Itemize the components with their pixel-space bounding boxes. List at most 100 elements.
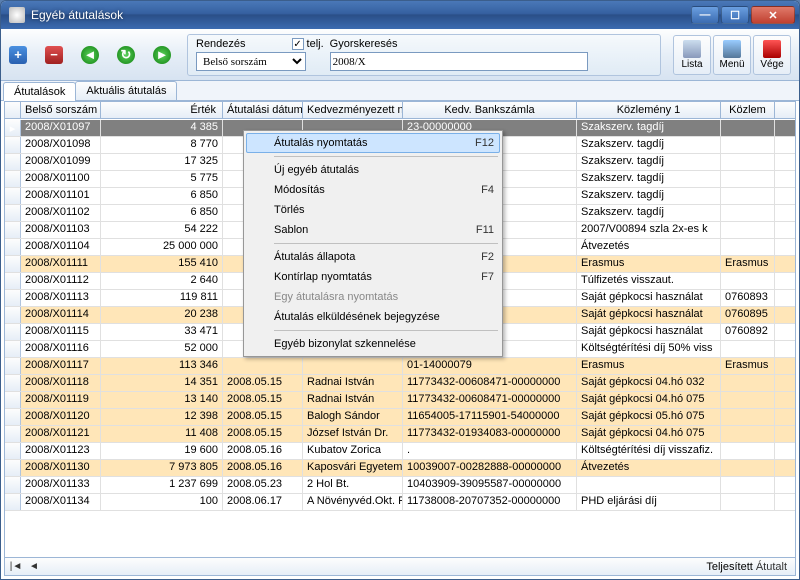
cell	[721, 341, 775, 357]
cell: 2008.05.15	[223, 409, 303, 425]
col-kedv-nev[interactable]: Kedvezményezett neve	[303, 102, 403, 118]
menu-item[interactable]: Új egyéb átutalás	[246, 160, 500, 180]
table-row[interactable]: 2008/X0111814 3512008.05.15Radnai István…	[5, 375, 795, 392]
grid-header: Belső sorszám Érték Átutalási dátum Kedv…	[5, 102, 795, 119]
cell: Erasmus	[721, 256, 775, 272]
cell: 10403909-39095587-00000000	[403, 477, 577, 493]
col-ertek[interactable]: Érték	[101, 102, 223, 118]
col-kozl2[interactable]: Közlem	[721, 102, 775, 118]
table-row[interactable]: 2008/X011341002008.06.17A Növényvéd.Okt.…	[5, 494, 795, 511]
cell	[721, 494, 775, 510]
menu-item[interactable]: Átutalás állapotaF2	[246, 247, 500, 267]
cell: 2008/X01123	[21, 443, 101, 459]
vege-button[interactable]: Vége	[753, 35, 791, 75]
telj-checkbox[interactable]: ✓	[292, 38, 304, 50]
cell	[721, 477, 775, 493]
col-kozl1[interactable]: Közlemény 1	[577, 102, 721, 118]
cell	[721, 120, 775, 136]
cell	[721, 392, 775, 408]
table-row[interactable]: 2008/X0112111 4082008.05.15József István…	[5, 426, 795, 443]
cell: 2008/X01121	[21, 426, 101, 442]
cell: 11773432-01934083-00000000	[403, 426, 577, 442]
table-row[interactable]: 2008/X011331 237 6992008.05.232 Hol Bt.1…	[5, 477, 795, 494]
minimize-button[interactable]: —	[691, 6, 719, 24]
cell: .	[403, 443, 577, 459]
tab-aktualis[interactable]: Aktuális átutalás	[75, 81, 177, 100]
cell	[721, 443, 775, 459]
cell: 6 850	[101, 205, 223, 221]
cell: 2008/X01130	[21, 460, 101, 476]
cell: Kubatov Zorica	[303, 443, 403, 459]
table-row[interactable]: 2008/X01117113 34601-14000079ErasmusEras…	[5, 358, 795, 375]
quicksearch-input[interactable]	[330, 52, 588, 71]
lista-button[interactable]: Lista	[673, 35, 711, 75]
filter-panel: Rendezés ✓ telj. Belső sorszám Gyorskere…	[187, 34, 661, 76]
cell: 2008.05.23	[223, 477, 303, 493]
cell: 119 811	[101, 290, 223, 306]
table-row[interactable]: 2008/X011307 973 8052008.05.16Kaposvári …	[5, 460, 795, 477]
menu-item[interactable]: Átutalás elküldésének bejegyzése	[246, 307, 500, 327]
menu-item[interactable]: Törlés	[246, 200, 500, 220]
cell: 6 850	[101, 188, 223, 204]
cell: Szakszerv. tagdíj	[577, 154, 721, 170]
menu-icon	[723, 40, 741, 58]
remove-icon[interactable]: −	[45, 46, 63, 64]
cell: 11738008-20707352-00000000	[403, 494, 577, 510]
cell: 2008/X01098	[21, 137, 101, 153]
window-title: Egyéb átutalások	[31, 8, 691, 22]
menu-button[interactable]: Menü	[713, 35, 751, 75]
cell: 2008/X01115	[21, 324, 101, 340]
cell: 2008.05.15	[223, 375, 303, 391]
cell: 2008/X01134	[21, 494, 101, 510]
cell: 01-14000079	[403, 358, 577, 374]
table-row[interactable]: 2008/X0111913 1402008.05.15Radnai István…	[5, 392, 795, 409]
add-icon[interactable]: +	[9, 46, 27, 64]
nav-first-icon[interactable]: |◄	[9, 560, 23, 574]
cell: Balogh Sándor	[303, 409, 403, 425]
back-icon[interactable]: ◄	[81, 46, 99, 64]
menu-item[interactable]: Egyéb bizonylat szkennelése	[246, 334, 500, 354]
col-bank[interactable]: Kedv. Bankszámla	[403, 102, 577, 118]
cell: 2 Hol Bt.	[303, 477, 403, 493]
cell: 20 238	[101, 307, 223, 323]
menu-item[interactable]: Átutalás nyomtatásF12	[246, 133, 500, 153]
refresh-icon[interactable]: ↻	[117, 46, 135, 64]
cell: 2008/X01101	[21, 188, 101, 204]
cell: 2008.05.15	[223, 392, 303, 408]
close-button[interactable]: ✕	[751, 6, 795, 24]
cell: Kaposvári Egyetem	[303, 460, 403, 476]
cell: 2008/X01099	[21, 154, 101, 170]
menu-item[interactable]: MódosításF4	[246, 180, 500, 200]
cell	[721, 375, 775, 391]
cell: Saját gépkocsi 04.hó 075	[577, 392, 721, 408]
cell: 100	[101, 494, 223, 510]
menu-item[interactable]: SablonF11	[246, 220, 500, 240]
cell: Saját gépkocsi 05.hó 075	[577, 409, 721, 425]
cell	[721, 409, 775, 425]
table-row[interactable]: 2008/X0112012 3982008.05.15Balogh Sándor…	[5, 409, 795, 426]
menu-item[interactable]: Kontírlap nyomtatásF7	[246, 267, 500, 287]
toolbar: + − ◄ ↻ ► Rendezés ✓ telj. Belső sorszám…	[1, 29, 799, 81]
forward-icon[interactable]: ►	[153, 46, 171, 64]
cell: 0760892	[721, 324, 775, 340]
nav-prev-icon[interactable]: ◄	[27, 560, 41, 574]
cell: 2008.05.16	[223, 460, 303, 476]
cell	[721, 460, 775, 476]
tab-atutalasok[interactable]: Átutalások	[3, 82, 76, 101]
maximize-button[interactable]: ☐	[721, 6, 749, 24]
telj-label: telj.	[307, 38, 324, 50]
col-datum[interactable]: Átutalási dátum	[223, 102, 303, 118]
cell: Radnai István	[303, 375, 403, 391]
cell: Átvezetés	[577, 239, 721, 255]
context-menu[interactable]: Átutalás nyomtatásF12 Új egyéb átutalásMó…	[243, 130, 503, 357]
cell: 14 351	[101, 375, 223, 391]
cell: 2008.05.15	[223, 426, 303, 442]
cell: Költségtérítési díj visszafiz.	[577, 443, 721, 459]
titlebar[interactable]: Egyéb átutalások — ☐ ✕	[1, 1, 799, 29]
cell: Saját gépkocsi 04.hó 075	[577, 426, 721, 442]
cell: Erasmus	[577, 256, 721, 272]
sort-select[interactable]: Belső sorszám	[196, 52, 306, 71]
table-row[interactable]: 2008/X0112319 6002008.05.16Kubatov Zoric…	[5, 443, 795, 460]
col-sorszam[interactable]: Belső sorszám	[21, 102, 101, 118]
cell: 10039007-00282888-00000000	[403, 460, 577, 476]
